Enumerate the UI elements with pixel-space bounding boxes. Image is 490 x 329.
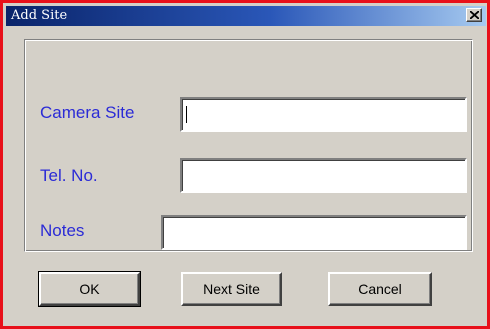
- tel-no-label: Tel. No.: [40, 166, 98, 185]
- notes-field[interactable]: [161, 215, 467, 250]
- cancel-button[interactable]: Cancel: [328, 272, 432, 306]
- notes-label: Notes: [40, 221, 85, 240]
- title-bar[interactable]: Add Site: [6, 6, 486, 26]
- close-icon: [470, 11, 479, 19]
- camera-site-field[interactable]: [180, 97, 467, 132]
- site-details-group: Camera Site Tel. No. Notes: [24, 39, 473, 252]
- ok-button[interactable]: OK: [38, 271, 141, 307]
- text-cursor: [186, 106, 187, 123]
- add-site-dialog: Add Site Camera Site Tel. No. Notes OK N…: [0, 0, 490, 329]
- camera-site-label: Camera Site: [40, 103, 135, 122]
- window-title: Add Site: [11, 8, 68, 23]
- close-button[interactable]: [466, 8, 482, 22]
- tel-no-field[interactable]: [180, 158, 467, 193]
- next-site-button[interactable]: Next Site: [181, 272, 282, 306]
